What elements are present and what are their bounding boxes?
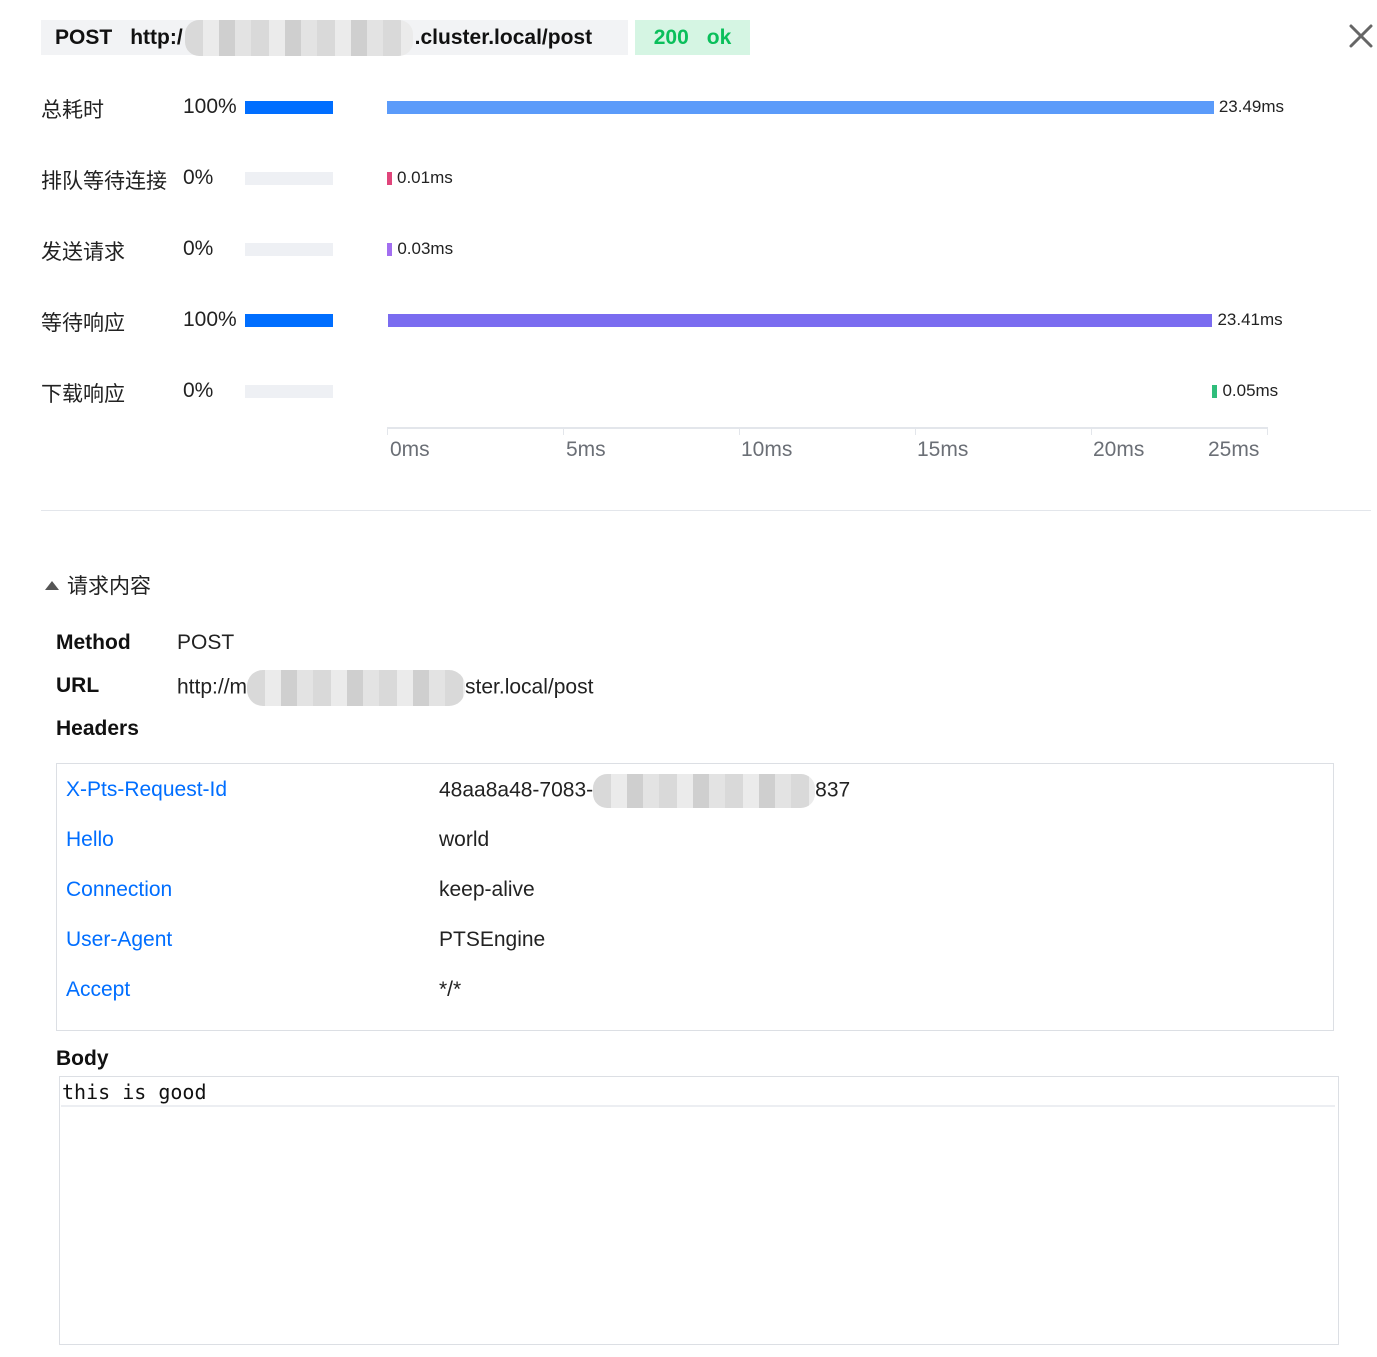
url-key: URL — [56, 674, 100, 697]
status-code: 200 — [653, 25, 689, 49]
status-badge: 200 ok — [635, 20, 750, 55]
timing-bar — [1212, 385, 1218, 398]
timing-share-track — [245, 385, 333, 398]
timing-bar — [388, 314, 1213, 327]
header-value-prefix: world — [439, 828, 490, 851]
timing-value-label: 0.03ms — [397, 239, 454, 258]
timing-value-label: 23.49ms — [1218, 97, 1285, 116]
timing-share-track — [245, 314, 333, 327]
redacted-url-part — [184, 19, 413, 56]
status-text: ok — [706, 25, 732, 49]
axis-tick — [387, 427, 388, 435]
section-title: 请求内容 — [67, 574, 151, 598]
body-text[interactable]: this is good — [61, 1079, 1335, 1107]
divider — [41, 510, 1371, 511]
timing-share-fill — [245, 314, 333, 327]
timing-value-label: 0.01ms — [397, 168, 453, 187]
axis-tick — [563, 427, 564, 435]
request-method: POST — [55, 25, 113, 49]
timing-label: 下载响应 — [41, 382, 125, 406]
body-editor[interactable] — [59, 1076, 1339, 1345]
axis-tick-label: 20ms — [1093, 438, 1145, 461]
timing-label: 总耗时 — [41, 98, 104, 122]
header-value-suffix: 837 — [815, 778, 851, 802]
header-value: world — [439, 828, 489, 852]
url-value-prefix: http://m — [177, 675, 248, 699]
redacted-header-part — [593, 774, 816, 808]
timing-percent: 0% — [183, 166, 214, 189]
request-summary: POST http:/ .cluster.local/post — [41, 19, 628, 56]
header-name[interactable]: X-Pts-Request-Id — [66, 778, 227, 802]
header-name[interactable]: User-Agent — [66, 928, 172, 952]
header-value-prefix: PTSEngine — [439, 928, 546, 951]
timing-bar — [387, 101, 1214, 114]
timing-share-fill — [245, 101, 333, 114]
header-name[interactable]: Accept — [66, 978, 130, 1002]
timing-percent: 0% — [183, 379, 214, 402]
timing-share-track — [245, 243, 333, 256]
timing-bar — [387, 243, 393, 256]
timing-label: 排队等待连接 — [41, 169, 167, 193]
header-value: 48aa8a48-7083- 837 — [439, 774, 850, 808]
timing-label: 发送请求 — [41, 240, 125, 264]
axis-tick — [915, 427, 916, 435]
axis-tick-label: 10ms — [741, 438, 793, 461]
header-value-prefix: keep-alive — [439, 878, 535, 901]
timing-bar — [387, 172, 392, 185]
method-key: Method — [56, 631, 131, 654]
time-axis — [387, 427, 1267, 429]
timing-share-track — [245, 172, 333, 185]
header-name[interactable]: Hello — [66, 828, 114, 852]
header-name[interactable]: Connection — [66, 878, 172, 902]
redacted-url-part — [247, 670, 466, 706]
timing-percent: 100% — [183, 308, 237, 331]
body-key: Body — [56, 1047, 109, 1070]
timing-percent: 0% — [183, 237, 214, 260]
axis-tick-label: 15ms — [917, 438, 969, 461]
axis-tick-label: 25ms — [1208, 438, 1260, 461]
axis-tick-label: 0ms — [390, 438, 430, 461]
timing-percent: 100% — [183, 95, 237, 118]
header-value: keep-alive — [439, 878, 535, 902]
close-icon[interactable] — [1347, 22, 1375, 50]
timing-value-label: 23.41ms — [1217, 310, 1283, 329]
header-value-prefix: */* — [439, 978, 462, 1001]
timing-value-label: 0.05ms — [1222, 381, 1279, 400]
request-content-toggle[interactable]: 请求内容 — [45, 570, 151, 600]
axis-tick — [1091, 427, 1092, 435]
url-value: http://m ster.local/post — [177, 670, 593, 706]
axis-tick — [1267, 427, 1268, 435]
caret-up-icon — [45, 580, 59, 590]
timing-share-track — [245, 101, 333, 114]
header-value: PTSEngine — [439, 928, 545, 952]
axis-tick — [739, 427, 740, 435]
request-url-prefix: http:/ — [130, 25, 183, 49]
method-value: POST — [177, 631, 235, 654]
request-url-suffix: .cluster.local/post — [414, 25, 593, 49]
headers-key: Headers — [56, 717, 139, 740]
timing-label: 等待响应 — [41, 311, 125, 335]
header-value-prefix: 48aa8a48-7083- — [439, 778, 594, 802]
header-value: */* — [439, 978, 461, 1002]
axis-tick-label: 5ms — [566, 438, 606, 461]
url-value-suffix: ster.local/post — [465, 675, 594, 699]
